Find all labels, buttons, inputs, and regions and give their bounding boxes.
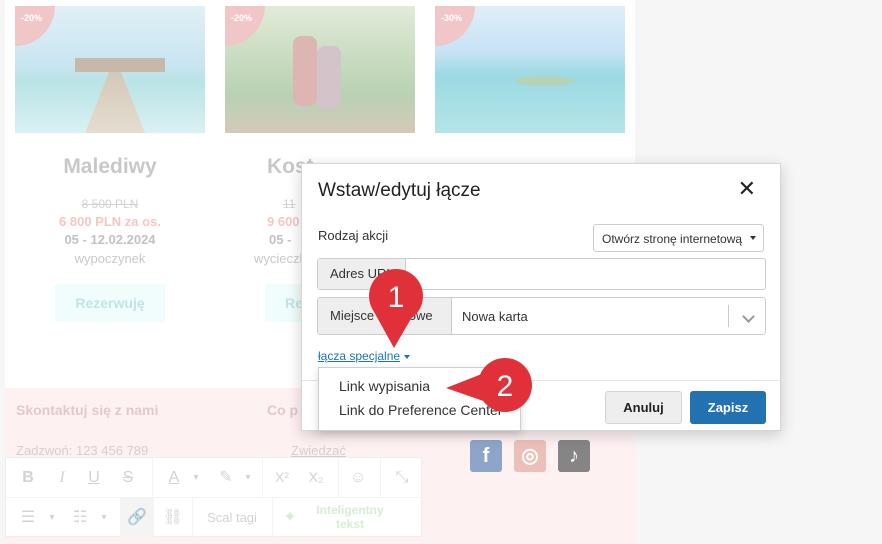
annotation-marker-1: 1	[369, 269, 423, 348]
marker-1-number: 1	[388, 281, 405, 314]
annotation-marker-2: 2	[446, 358, 532, 412]
tutorial-annotations: 1 2	[369, 269, 532, 412]
marker-2-number: 2	[497, 370, 514, 403]
